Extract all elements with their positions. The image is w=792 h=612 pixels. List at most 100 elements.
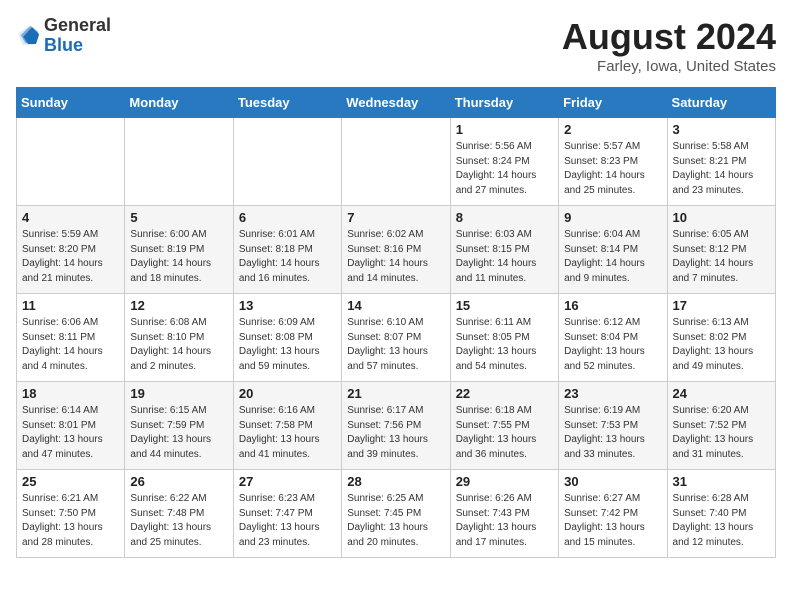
calendar-cell: 20Sunrise: 6:16 AM Sunset: 7:58 PM Dayli… (233, 382, 341, 470)
day-number: 5 (130, 210, 227, 225)
logo: General Blue (16, 16, 111, 56)
day-info: Sunrise: 6:11 AM Sunset: 8:05 PM Dayligh… (456, 316, 553, 374)
logo-icon (16, 24, 40, 48)
calendar-cell: 11Sunrise: 6:06 AM Sunset: 8:11 PM Dayli… (17, 294, 125, 382)
day-number: 9 (564, 210, 661, 225)
day-info: Sunrise: 6:13 AM Sunset: 8:02 PM Dayligh… (673, 316, 770, 374)
day-number: 23 (564, 386, 661, 401)
week-row-2: 4 Sunrise: 5:59 AM Sunset: 8:20 PM Daylig… (17, 206, 776, 294)
calendar-cell: 8 Sunrise: 6:03 AM Sunset: 8:15 PM Daylig… (450, 206, 558, 294)
calendar-cell (233, 118, 341, 206)
calendar-cell: 21 Sunrise: 6:17 AM Sunset: 7:56 PM Dayli… (342, 382, 450, 470)
day-info: Sunrise: 5:59 AM Sunset: 8:20 PM Dayligh… (22, 228, 119, 286)
calendar-cell: 9 Sunrise: 6:04 AM Sunset: 8:14 PM Daylig… (559, 206, 667, 294)
month-title: August 2024 (562, 16, 776, 58)
day-number: 28 (347, 474, 444, 489)
day-info: Sunrise: 6:03 AM Sunset: 8:15 PM Dayligh… (456, 228, 553, 286)
day-info: Sunrise: 6:00 AM Sunset: 8:19 PM Dayligh… (130, 228, 227, 286)
calendar-cell: 15 Sunrise: 6:11 AM Sunset: 8:05 PM Dayli… (450, 294, 558, 382)
col-header-thursday: Thursday (450, 88, 558, 118)
day-number: 31 (673, 474, 770, 489)
day-number: 27 (239, 474, 336, 489)
calendar-cell: 29 Sunrise: 6:26 AM Sunset: 7:43 PM Dayli… (450, 470, 558, 558)
calendar-cell: 18Sunrise: 6:14 AM Sunset: 8:01 PM Dayli… (17, 382, 125, 470)
day-number: 22 (456, 386, 553, 401)
calendar-cell: 10Sunrise: 6:05 AM Sunset: 8:12 PM Dayli… (667, 206, 775, 294)
day-number: 15 (456, 298, 553, 313)
col-header-monday: Monday (125, 88, 233, 118)
col-header-sunday: Sunday (17, 88, 125, 118)
day-info: Sunrise: 6:14 AM Sunset: 8:01 PM Dayligh… (22, 404, 119, 462)
day-number: 21 (347, 386, 444, 401)
day-number: 17 (673, 298, 770, 313)
calendar-cell: 27 Sunrise: 6:23 AM Sunset: 7:47 PM Dayli… (233, 470, 341, 558)
day-number: 2 (564, 122, 661, 137)
col-header-saturday: Saturday (667, 88, 775, 118)
day-info: Sunrise: 6:22 AM Sunset: 7:48 PM Dayligh… (130, 492, 227, 550)
day-info: Sunrise: 6:17 AM Sunset: 7:56 PM Dayligh… (347, 404, 444, 462)
calendar-cell: 3 Sunrise: 5:58 AM Sunset: 8:21 PM Daylig… (667, 118, 775, 206)
day-info: Sunrise: 6:15 AM Sunset: 7:59 PM Dayligh… (130, 404, 227, 462)
calendar-cell: 31 Sunrise: 6:28 AM Sunset: 7:40 PM Dayli… (667, 470, 775, 558)
day-info: Sunrise: 5:58 AM Sunset: 8:21 PM Dayligh… (673, 140, 770, 198)
logo-blue-text: Blue (44, 35, 83, 55)
header-row: SundayMondayTuesdayWednesdayThursdayFrid… (17, 88, 776, 118)
day-number: 25 (22, 474, 119, 489)
calendar-cell: 14 Sunrise: 6:10 AM Sunset: 8:07 PM Dayli… (342, 294, 450, 382)
calendar-cell: 5 Sunrise: 6:00 AM Sunset: 8:19 PM Daylig… (125, 206, 233, 294)
day-info: Sunrise: 6:23 AM Sunset: 7:47 PM Dayligh… (239, 492, 336, 550)
calendar-cell: 25 Sunrise: 6:21 AM Sunset: 7:50 PM Dayli… (17, 470, 125, 558)
calendar-cell: 19 Sunrise: 6:15 AM Sunset: 7:59 PM Dayli… (125, 382, 233, 470)
day-info: Sunrise: 6:28 AM Sunset: 7:40 PM Dayligh… (673, 492, 770, 550)
day-info: Sunrise: 6:01 AM Sunset: 8:18 PM Dayligh… (239, 228, 336, 286)
logo-text: General Blue (44, 16, 111, 56)
day-number: 11 (22, 298, 119, 313)
header: General Blue August 2024 Farley, Iowa, U… (16, 16, 776, 75)
day-info: Sunrise: 5:56 AM Sunset: 8:24 PM Dayligh… (456, 140, 553, 198)
day-info: Sunrise: 6:05 AM Sunset: 8:12 PM Dayligh… (673, 228, 770, 286)
calendar-cell: 28 Sunrise: 6:25 AM Sunset: 7:45 PM Dayli… (342, 470, 450, 558)
calendar-table: SundayMondayTuesdayWednesdayThursdayFrid… (16, 87, 776, 558)
day-info: Sunrise: 6:04 AM Sunset: 8:14 PM Dayligh… (564, 228, 661, 286)
title-area: August 2024 Farley, Iowa, United States (562, 16, 776, 75)
day-number: 7 (347, 210, 444, 225)
calendar-cell: 22Sunrise: 6:18 AM Sunset: 7:55 PM Dayli… (450, 382, 558, 470)
calendar-cell: 30Sunrise: 6:27 AM Sunset: 7:42 PM Dayli… (559, 470, 667, 558)
day-number: 4 (22, 210, 119, 225)
calendar-cell: 24 Sunrise: 6:20 AM Sunset: 7:52 PM Dayli… (667, 382, 775, 470)
calendar-cell: 4 Sunrise: 5:59 AM Sunset: 8:20 PM Daylig… (17, 206, 125, 294)
day-info: Sunrise: 6:26 AM Sunset: 7:43 PM Dayligh… (456, 492, 553, 550)
day-info: Sunrise: 6:12 AM Sunset: 8:04 PM Dayligh… (564, 316, 661, 374)
location: Farley, Iowa, United States (562, 58, 776, 75)
day-info: Sunrise: 6:08 AM Sunset: 8:10 PM Dayligh… (130, 316, 227, 374)
day-info: Sunrise: 6:25 AM Sunset: 7:45 PM Dayligh… (347, 492, 444, 550)
day-info: Sunrise: 6:20 AM Sunset: 7:52 PM Dayligh… (673, 404, 770, 462)
day-number: 3 (673, 122, 770, 137)
day-number: 6 (239, 210, 336, 225)
calendar-cell (342, 118, 450, 206)
day-number: 29 (456, 474, 553, 489)
day-info: Sunrise: 6:21 AM Sunset: 7:50 PM Dayligh… (22, 492, 119, 550)
day-number: 8 (456, 210, 553, 225)
calendar-cell: 16Sunrise: 6:12 AM Sunset: 8:04 PM Dayli… (559, 294, 667, 382)
week-row-5: 25 Sunrise: 6:21 AM Sunset: 7:50 PM Dayli… (17, 470, 776, 558)
calendar-cell: 26 Sunrise: 6:22 AM Sunset: 7:48 PM Dayli… (125, 470, 233, 558)
day-number: 24 (673, 386, 770, 401)
calendar-cell: 2 Sunrise: 5:57 AM Sunset: 8:23 PM Daylig… (559, 118, 667, 206)
calendar-cell: 1 Sunrise: 5:56 AM Sunset: 8:24 PM Daylig… (450, 118, 558, 206)
calendar-cell: 6 Sunrise: 6:01 AM Sunset: 8:18 PM Daylig… (233, 206, 341, 294)
day-info: Sunrise: 6:10 AM Sunset: 8:07 PM Dayligh… (347, 316, 444, 374)
calendar-cell: 13Sunrise: 6:09 AM Sunset: 8:08 PM Dayli… (233, 294, 341, 382)
calendar-cell: 23Sunrise: 6:19 AM Sunset: 7:53 PM Dayli… (559, 382, 667, 470)
calendar-cell (17, 118, 125, 206)
week-row-3: 11Sunrise: 6:06 AM Sunset: 8:11 PM Dayli… (17, 294, 776, 382)
day-info: Sunrise: 5:57 AM Sunset: 8:23 PM Dayligh… (564, 140, 661, 198)
day-number: 1 (456, 122, 553, 137)
day-number: 19 (130, 386, 227, 401)
col-header-friday: Friday (559, 88, 667, 118)
day-number: 13 (239, 298, 336, 313)
day-info: Sunrise: 6:27 AM Sunset: 7:42 PM Dayligh… (564, 492, 661, 550)
col-header-tuesday: Tuesday (233, 88, 341, 118)
day-number: 14 (347, 298, 444, 313)
day-number: 26 (130, 474, 227, 489)
